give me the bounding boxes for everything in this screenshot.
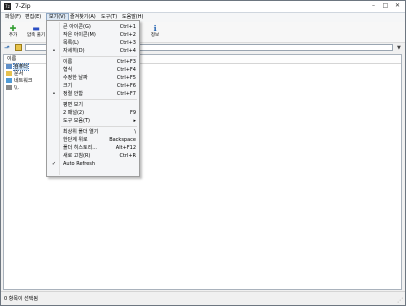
add-button[interactable]: ✚ 추가	[4, 23, 22, 41]
view-menu-item[interactable]: 이름 Ctrl+F3	[48, 58, 138, 66]
view-menu-item-label: 한단계 위로	[63, 137, 88, 143]
view-menu-item-shortcut: Ctrl+1	[119, 24, 136, 30]
list-item[interactable]: 문서	[6, 71, 23, 78]
list-item[interactable]: 컴퓨터	[6, 63, 29, 71]
app-icon: 7z	[4, 3, 11, 10]
view-menu-dropdown: 큰 아이콘(G) Ctrl+1 작은 아이콘(M) Ctrl+2 목록(L) Ctrl+3…	[46, 20, 140, 177]
view-menu-item-label: 도구 모음(T)	[63, 118, 90, 124]
view-menu-item[interactable]: 목록(L) Ctrl+3	[48, 39, 138, 47]
minus-icon: ▬	[32, 24, 40, 33]
list-item-label: 네트워크	[14, 78, 33, 84]
view-menu-item-label: 형식	[63, 67, 73, 73]
menu-separator	[61, 56, 137, 57]
view-menu-item-label: 2 패널(2)	[63, 110, 85, 116]
view-menu-item[interactable]: 최상위 폴더 열기 \	[48, 128, 138, 136]
view-menu-item-shortcut: Ctrl+2	[119, 32, 136, 38]
info-icon: ℹ	[153, 24, 157, 33]
close-button[interactable]: ✕	[392, 2, 403, 10]
add-label: 추가	[8, 33, 18, 38]
plus-icon: ✚	[9, 24, 17, 33]
view-menu-item[interactable]: 크기 Ctrl+F6	[48, 82, 138, 90]
view-menu-item-label: 목록(L)	[63, 40, 79, 46]
view-menu-item-shortcut: Ctrl+R	[119, 153, 136, 159]
view-menu-item[interactable]: 폴더 히스토리... Alt+F12	[48, 144, 138, 152]
view-menu-item[interactable]: ✓ Auto Refresh	[48, 160, 138, 168]
extract-label: 압축 풀기	[27, 33, 45, 38]
view-menu-item[interactable]: 한단계 위로 Backspace	[48, 136, 138, 144]
submenu-arrow-icon: ▸	[133, 118, 136, 124]
view-menu-item-label: 이름	[63, 59, 73, 65]
chevron-down-icon[interactable]: ▼	[397, 44, 401, 52]
resize-grip-icon[interactable]: ⋰	[397, 298, 403, 304]
view-menu-item-label: 작은 아이콘(M)	[63, 32, 96, 38]
view-menu-item-shortcut: \	[134, 129, 136, 135]
view-menu-item-shortcut: Backspace	[109, 137, 136, 143]
info-label: 정보	[150, 33, 160, 38]
computer-icon	[6, 64, 12, 69]
view-menu-item-label: 새로 고침(R)	[63, 153, 91, 159]
view-menu-item-shortcut: Ctrl+F6	[116, 83, 136, 89]
list-item-label: \\.	[14, 85, 19, 91]
view-menu-item-shortcut: Ctrl+4	[119, 48, 136, 54]
maximize-button[interactable]: □	[380, 2, 391, 10]
network-icon	[6, 78, 12, 83]
folder-icon	[15, 44, 22, 51]
view-menu-item-shortcut: Alt+F12	[115, 145, 136, 151]
view-menu-item-label: 수정한 날짜	[63, 75, 88, 81]
view-menu-item[interactable]: • 자세히(D) Ctrl+4	[48, 47, 138, 55]
radio-dot-icon: •	[52, 91, 56, 97]
list-item-label: 컴퓨터	[13, 63, 29, 71]
view-menu-item-label: Auto Refresh	[63, 161, 96, 167]
list-item-label: 문서	[14, 71, 24, 77]
drive-icon	[6, 85, 12, 90]
view-menu-item[interactable]: 형식 Ctrl+F4	[48, 66, 138, 74]
menu-edit[interactable]: 편집(E)	[23, 13, 43, 22]
view-menu-item-shortcut: Ctrl+F4	[116, 67, 136, 73]
view-menu-item-label: 정렬 안함	[63, 91, 83, 97]
checkmark-icon: ✓	[51, 161, 57, 167]
menu-separator	[61, 126, 137, 127]
list-item[interactable]: 네트워크	[6, 78, 32, 85]
folder-icon	[6, 71, 12, 76]
view-menu-item-shortcut: Ctrl+3	[119, 40, 136, 46]
view-menu-item[interactable]: • 정렬 안함 Ctrl+F7	[48, 90, 138, 98]
view-menu-item-shortcut: F9	[129, 110, 136, 116]
list-item[interactable]: \\.	[6, 85, 19, 92]
up-arrow-icon[interactable]: ⬏	[4, 44, 10, 52]
view-menu-item-shortcut: Ctrl+F5	[116, 75, 136, 81]
extract-button[interactable]: ▬ 압축 풀기	[25, 23, 47, 41]
info-button[interactable]: ℹ 정보	[146, 23, 164, 41]
view-menu-item-label: 최상위 폴더 열기	[63, 129, 99, 135]
view-menu-item[interactable]: 도구 모음(T) ▸	[48, 117, 138, 125]
window-title: 7-Zip	[15, 3, 31, 10]
view-menu-item-label: 폴더 히스토리...	[63, 145, 97, 151]
minimize-button[interactable]: –	[368, 2, 379, 10]
view-menu-item[interactable]: 2 패널(2) F9	[48, 109, 138, 117]
radio-dot-icon: •	[52, 48, 56, 54]
menu-separator	[61, 99, 137, 100]
view-menu-item[interactable]: 평면 보기	[48, 101, 138, 109]
view-menu-item-label: 큰 아이콘(G)	[63, 24, 91, 30]
view-menu-item[interactable]: 수정한 날짜 Ctrl+F5	[48, 74, 138, 82]
view-menu-item[interactable]: 큰 아이콘(G) Ctrl+1	[48, 23, 138, 31]
menu-file[interactable]: 파일(F)	[3, 13, 23, 22]
view-menu-item[interactable]: 새로 고침(R) Ctrl+R	[48, 152, 138, 160]
view-menu-item-shortcut: Ctrl+F7	[116, 91, 136, 97]
column-name-header[interactable]: 이름	[7, 55, 16, 63]
view-menu-item-label: 평면 보기	[63, 102, 83, 108]
status-bar: 0 항목이 선택됨 ⋰	[1, 291, 405, 305]
status-text: 0 항목이 선택됨	[4, 296, 38, 302]
view-menu-item[interactable]: 작은 아이콘(M) Ctrl+2	[48, 31, 138, 39]
view-menu-item-label: 크기	[63, 83, 73, 89]
title-bar[interactable]: 7z 7-Zip – □ ✕	[1, 1, 405, 13]
view-menu-item-shortcut: Ctrl+F3	[116, 59, 136, 65]
view-menu-item-label: 자세히(D)	[63, 48, 85, 54]
